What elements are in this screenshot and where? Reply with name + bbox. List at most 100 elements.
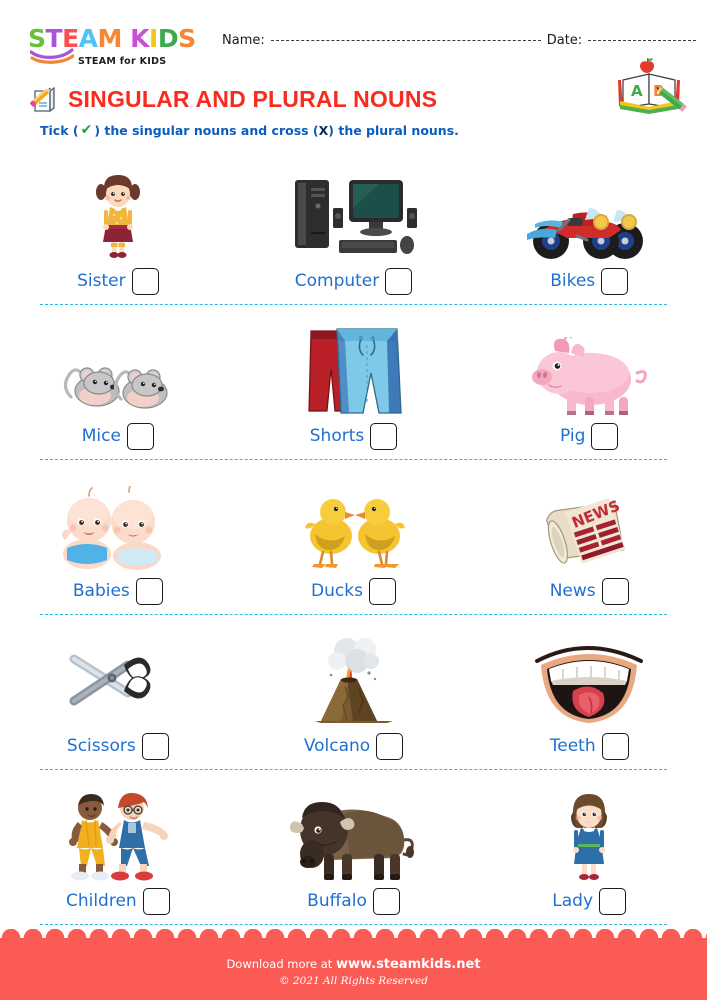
open-mouth-teeth-icon [533, 633, 645, 727]
logo-letter-3: A [78, 24, 98, 53]
item-label-row: Lady [552, 884, 627, 918]
pig-icon [529, 323, 649, 417]
item-word-label: Teeth [549, 735, 596, 756]
item-word-label: News [549, 580, 596, 601]
newspaper-roll-icon: NEWS [543, 478, 635, 572]
answer-checkbox[interactable] [368, 577, 396, 605]
exercise-item: Pig [471, 305, 707, 453]
answer-checkbox[interactable] [601, 267, 629, 295]
exercise-item: Computer [236, 150, 472, 298]
exercise-item: Teeth [471, 615, 707, 763]
abc-book-icon: A B [618, 58, 687, 114]
footer-download-line: Download more at www.steamkids.net [226, 957, 480, 972]
item-word-label: Sister [77, 270, 126, 291]
item-label-row: News [550, 574, 629, 608]
scallop-edge [0, 929, 707, 947]
item-label-row: Sister [77, 264, 159, 298]
answer-checkbox[interactable] [601, 732, 629, 760]
answer-checkbox[interactable] [131, 267, 159, 295]
footer-download-prefix: Download more at [226, 957, 333, 971]
item-label-row: Ducks [311, 574, 396, 608]
girl-icon [92, 168, 144, 262]
page-title: SINGULAR AND PLURAL NOUNS [68, 85, 438, 112]
instructions-part1: Tick ( [40, 122, 79, 138]
item-label-row: Teeth [550, 729, 629, 763]
exercise-grid: Sister Computer Bikes Mice Shorts Pig Ba… [0, 150, 707, 925]
logo-letter-8: D [157, 24, 179, 53]
title-row: SINGULAR AND PLURAL NOUNS [28, 84, 437, 114]
name-input-line[interactable] [270, 40, 541, 41]
item-word-label: Babies [72, 580, 130, 601]
date-input-line[interactable] [588, 40, 697, 41]
item-label-row: Volcano [304, 729, 404, 763]
item-label-row: Computer [295, 264, 413, 298]
item-label-row: Shorts [309, 419, 398, 453]
lady-icon [561, 788, 617, 882]
instructions-part3: ) the plural nouns. [328, 122, 459, 138]
item-word-label: Mice [81, 425, 121, 446]
item-word-label: Pig [559, 425, 586, 446]
date-label: Date: [546, 33, 583, 48]
logo-swoosh-icon [30, 48, 74, 64]
exercise-item: Children [0, 770, 236, 918]
item-label-row: Buffalo [307, 884, 400, 918]
answer-checkbox[interactable] [385, 267, 413, 295]
exercise-row: Scissors Volcano Teeth [0, 615, 707, 770]
footer-copyright: © 2021 All Rights Reserved [279, 975, 428, 987]
answer-checkbox[interactable] [591, 422, 619, 450]
item-word-label: Scissors [66, 735, 136, 756]
exercise-item: Volcano [236, 615, 472, 763]
answer-checkbox[interactable] [141, 732, 169, 760]
item-label-row: Pig [559, 419, 619, 453]
page-header: STEAM KIDS STEAM for KIDS Name: Date: [0, 26, 707, 78]
answer-checkbox[interactable] [376, 732, 404, 760]
two-mice-icon [59, 323, 177, 417]
answer-checkbox[interactable] [601, 577, 629, 605]
answer-checkbox[interactable] [372, 887, 400, 915]
instructions-part2: ) the singular nouns and cross ( [94, 122, 319, 138]
exercise-item: Bikes [471, 150, 707, 298]
logo-letter-5 [122, 26, 130, 51]
exercise-row-cells: Children Buffalo Lady [0, 770, 707, 918]
answer-checkbox[interactable] [135, 577, 163, 605]
volcano-icon [301, 633, 407, 727]
item-label-row: Mice [82, 419, 154, 453]
item-word-label: Lady [552, 890, 594, 911]
item-word-label: Shorts [309, 425, 365, 446]
exercise-row-cells: Sister Computer Bikes [0, 150, 707, 298]
exercise-row-cells: Scissors Volcano Teeth [0, 615, 707, 763]
answer-checkbox[interactable] [370, 422, 398, 450]
pencil-notepad-icon [30, 86, 55, 113]
exercise-row: Babies Ducks NEWS News [0, 460, 707, 615]
page-footer: Download more at www.steamkids.net © 202… [0, 929, 707, 1000]
item-label-row: Scissors [67, 729, 169, 763]
exercise-item: Lady [471, 770, 707, 918]
row-divider [40, 924, 667, 925]
item-word-label: Computer [294, 270, 380, 291]
name-date-fields: Name: Date: [222, 26, 707, 48]
answer-checkbox[interactable] [599, 887, 627, 915]
shorts-icon [301, 323, 407, 417]
exercise-item: NEWS News [471, 460, 707, 608]
item-word-label: Ducks [311, 580, 363, 601]
exercise-item: Shorts [236, 305, 472, 453]
scissors-icon [66, 633, 170, 727]
exercise-row: Children Buffalo Lady [0, 770, 707, 925]
logo-tagline: STEAM for KIDS [78, 56, 167, 67]
exercise-row-cells: Babies Ducks NEWS News [0, 460, 707, 608]
item-word-label: Buffalo [307, 890, 367, 911]
answer-checkbox[interactable] [126, 422, 154, 450]
steam-kids-logo: STEAM KIDS STEAM for KIDS [0, 26, 222, 67]
two-babies-icon [59, 478, 177, 572]
motorbikes-icon [521, 168, 657, 262]
exercise-item: Buffalo [236, 770, 472, 918]
exercise-item: Mice [0, 305, 236, 453]
svg-text:A: A [631, 82, 643, 100]
two-children-icon [56, 788, 180, 882]
exercise-item: Babies [0, 460, 236, 608]
exercise-row: Mice Shorts Pig [0, 305, 707, 460]
answer-checkbox[interactable] [142, 887, 170, 915]
item-label-row: Bikes [550, 264, 629, 298]
logo-letter-6: K [130, 24, 149, 53]
footer-website-link[interactable]: www.steamkids.net [336, 957, 481, 972]
